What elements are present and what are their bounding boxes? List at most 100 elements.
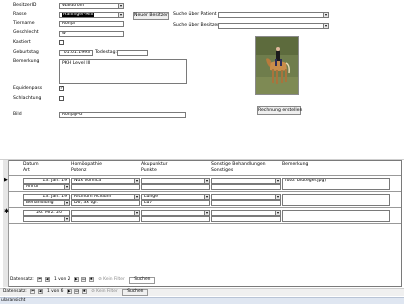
neuer-besitzer-button[interactable]: Neuer Besitzer (133, 12, 169, 20)
subform-filter-status[interactable]: Kein Filter (103, 277, 125, 283)
rasse-value: Haflinger-Mix (62, 12, 95, 17)
besitzer-combo[interactable]: Waldtrom ▾ (59, 3, 124, 9)
new-record-icon: ✱ (4, 208, 10, 215)
filter-icon: ⊘ (91, 289, 95, 294)
subform-record-navigator: Datensatz: ⏮ ◀ 1 von 2 ▶ ⏭ ✱ ⊘ Kein Filt… (10, 277, 250, 284)
first-record-icon[interactable]: ⏮ (37, 277, 43, 282)
prev-record-icon[interactable]: ◀ (37, 289, 43, 294)
homoeopathie-value: Nux vomica (74, 178, 102, 183)
chevron-down-icon[interactable]: ▾ (323, 24, 328, 28)
last-record-icon[interactable]: ⏭ (74, 289, 80, 294)
chevron-down-icon[interactable]: ▾ (323, 13, 328, 17)
subform-nav-label: Datensatz: (10, 277, 34, 282)
kastiert-label: Kastiert (13, 40, 31, 45)
horse-rider-photo (255, 36, 299, 95)
chevron-down-icon[interactable]: ▾ (64, 217, 69, 221)
bemerkung-label: Bemerkung (13, 59, 40, 64)
new-record-nav-icon[interactable]: ✱ (81, 289, 87, 294)
todestag-field[interactable] (117, 50, 148, 56)
geburtstag-label: Geburtstag (13, 50, 39, 55)
chevron-down-icon[interactable]: ▾ (64, 201, 69, 205)
potenz-field[interactable] (71, 184, 140, 190)
col-header-potenz: Potenz (71, 168, 87, 173)
suche-besitzer-combo[interactable]: ▾ (218, 23, 329, 29)
equidenpass-label: Equidenpass (13, 86, 43, 91)
first-record-icon[interactable]: ⏮ (30, 289, 36, 294)
geburtstag-value: 01.01.1993 (63, 50, 90, 55)
row-divider (9, 223, 401, 224)
potenz-value: D6, 3x tgl. (74, 200, 98, 205)
status-text: ularansicht (1, 298, 26, 303)
filter-icon: ⊘ (98, 277, 102, 282)
kastiert-checkbox[interactable] (59, 40, 64, 45)
main-filter-status[interactable]: Kein Filter (96, 289, 118, 295)
rechnung-erstellen-button[interactable]: Rechnung erstellen (257, 106, 302, 115)
sonstiges-field[interactable] (211, 216, 281, 222)
art-value: Behandlung (26, 200, 54, 205)
datum-value: 13. Jan. 19 (42, 178, 67, 183)
bild-value: RonjaJPG (62, 112, 83, 117)
subform-nav-position[interactable]: 1 von 2 (54, 277, 70, 283)
status-bar: ularansicht (0, 297, 404, 304)
main-record-navigator: Datensatz: ⏮ ◀ 1 von 6 ▶ ⏭ ✱ ⊘ Kein Filt… (3, 289, 243, 296)
tiername-field[interactable]: Ronja (59, 21, 124, 27)
tiername-label: Tiername (13, 21, 35, 26)
punkte-field[interactable] (141, 184, 210, 190)
besitzer-value: Waldtrom (62, 3, 85, 8)
bild-label: Bild (13, 112, 22, 117)
suche-besitzer-label: Suche über Besitzer (173, 23, 220, 28)
art-combo[interactable]: Behandlung ▾ (23, 200, 70, 206)
potenz-field[interactable] (71, 216, 140, 222)
punkte-field[interactable] (141, 216, 210, 222)
bemerkung-value: PKH Level III (62, 61, 91, 66)
punkte-value: Lu7 (144, 200, 153, 205)
rasse-combo[interactable]: Haflinger-Mix ▾ (59, 12, 124, 18)
chevron-down-icon[interactable]: ▾ (118, 4, 123, 8)
bemerkung-cell-value: foto: blutegel.jpg) (285, 178, 327, 183)
akupunktur-value: Lunge (144, 194, 159, 199)
schlachtung-checkbox[interactable] (59, 96, 64, 101)
horse-rider-icon (256, 37, 298, 94)
punkte-field[interactable]: Lu7 (141, 200, 210, 206)
rasse-label: Rasse (13, 12, 27, 17)
bemerkung-cell[interactable]: foto: blutegel.jpg) (282, 178, 390, 190)
current-record-icon: ▶ (4, 177, 8, 183)
datum-value: 26. Mrz. 20 (36, 210, 62, 215)
chevron-down-icon[interactable]: ▾ (64, 185, 69, 189)
col-header-sonstiges: Sonstiges (211, 168, 234, 173)
bemerkung-field[interactable]: PKH Level III (59, 59, 187, 84)
next-record-icon[interactable]: ▶ (73, 277, 79, 282)
todestag-label: Todestag: (95, 50, 118, 55)
art-value: Anruf (26, 184, 39, 189)
besitzer-label: BesitzerID (13, 3, 37, 8)
subform-search-input[interactable]: Suchen (129, 277, 156, 284)
bild-field[interactable]: RonjaJPG (59, 112, 186, 118)
geschlecht-label: Geschlecht (13, 30, 39, 35)
sonstiges-field[interactable] (211, 200, 281, 206)
geburtstag-field[interactable]: 01.01.1993 (59, 50, 93, 56)
prev-record-icon[interactable]: ◀ (44, 277, 50, 282)
art-combo[interactable]: Anruf ▾ (23, 184, 70, 190)
col-header-punkte: Punkte (141, 168, 157, 173)
geschlecht-field[interactable]: w (59, 31, 124, 37)
chevron-down-icon[interactable]: ▾ (118, 13, 123, 17)
main-search-input[interactable]: Suchen (122, 289, 149, 296)
col-header-art: Art (23, 168, 30, 173)
equidenpass-checkbox[interactable]: ✓ (59, 86, 64, 91)
art-combo[interactable]: ▾ (23, 216, 70, 222)
homoeopathie-value: Ricinum Acidum (74, 194, 112, 199)
suche-patient-combo[interactable]: ▾ (218, 12, 329, 18)
col-header-bemerkung: Bemerkung (282, 162, 309, 167)
bemerkung-cell[interactable] (282, 210, 390, 222)
tiername-value: Ronja (62, 21, 75, 26)
datum-value: 13. Jan. 19 (42, 194, 67, 199)
next-record-icon[interactable]: ▶ (66, 289, 72, 294)
main-nav-label: Datensatz: (3, 289, 27, 294)
sonstiges-field[interactable] (211, 184, 281, 190)
last-record-icon[interactable]: ⏭ (81, 277, 87, 282)
new-record-nav-icon[interactable]: ✱ (88, 277, 94, 282)
bemerkung-cell[interactable] (282, 194, 390, 206)
suche-patient-label: Suche über Patient (173, 12, 217, 17)
potenz-field[interactable]: D6, 3x tgl. (71, 200, 140, 206)
main-nav-position[interactable]: 1 von 6 (47, 289, 63, 295)
